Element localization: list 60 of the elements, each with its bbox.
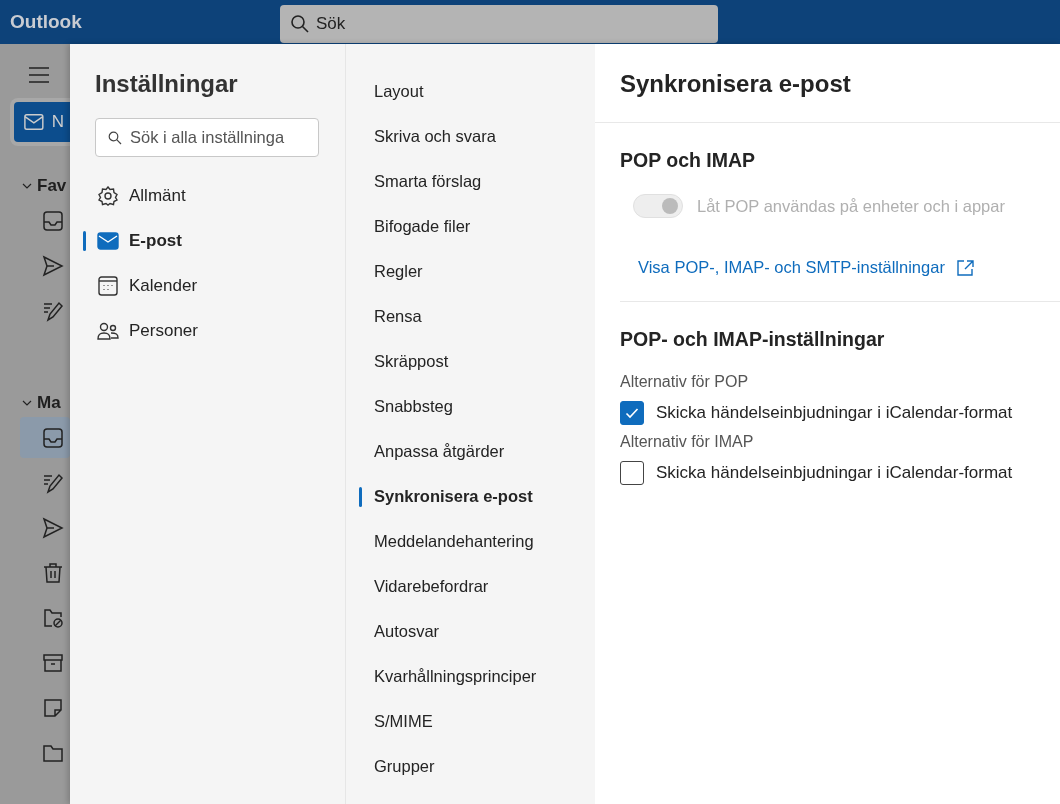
pencil-icon xyxy=(42,299,64,322)
folder-group-label[interactable]: Ma xyxy=(37,393,61,413)
app-title: Outlook xyxy=(10,11,83,33)
settings-category[interactable]: Kalender xyxy=(83,263,202,308)
inbox-icon xyxy=(42,209,64,232)
settings-subnav-item[interactable]: Grupper xyxy=(359,744,439,789)
option-group-label: Alternativ för IMAP xyxy=(620,433,755,451)
folder-item[interactable] xyxy=(20,417,70,458)
settings-link[interactable]: Visa POP-, IMAP- och SMTP-inställningar xyxy=(638,258,975,277)
archive-icon xyxy=(42,651,64,674)
settings-subnav-item[interactable]: Synkronisera e-post xyxy=(359,474,537,519)
settings-icon xyxy=(97,185,119,206)
trash-icon xyxy=(42,561,64,584)
settings-subnav-item[interactable]: Anpassa åtgärder xyxy=(359,429,509,474)
settings-subnav-item[interactable]: Smarta förslag xyxy=(359,159,486,204)
settings-title: Inställningar xyxy=(95,70,239,98)
settings-category[interactable]: Allmänt xyxy=(83,173,190,218)
checkmark-icon xyxy=(625,407,639,419)
external-link-icon xyxy=(954,258,975,277)
settings-subnav-item[interactable]: Autosvar xyxy=(359,609,444,654)
mail-icon xyxy=(24,113,44,131)
settings-subnav-item[interactable]: Snabbsteg xyxy=(359,384,457,429)
settings-subnav-item[interactable]: S/MIME xyxy=(359,699,437,744)
settings-subnav-item[interactable]: Regler xyxy=(359,249,427,294)
search-field[interactable]: Sök xyxy=(280,5,718,43)
checkbox-label: Skicka händelseinbjudningar i iCalendar-format xyxy=(656,403,1013,423)
checkbox[interactable] xyxy=(620,401,644,425)
section-title: POP och IMAP xyxy=(620,149,757,172)
folder-group-label[interactable]: Fav xyxy=(37,176,67,196)
section-title: POP- och IMAP-inställningar xyxy=(620,328,886,351)
page-title: Synkronisera e-post xyxy=(595,44,1060,123)
chevron-icon[interactable] xyxy=(22,182,32,190)
send-icon xyxy=(42,516,64,539)
send-icon xyxy=(42,254,64,277)
search-icon xyxy=(108,131,122,145)
checkbox[interactable] xyxy=(620,461,644,485)
settings-subnav-item[interactable]: Layout xyxy=(359,69,428,114)
inbox-icon xyxy=(42,426,64,449)
settings-search-field[interactable]: Sök i alla inställninga xyxy=(95,118,319,157)
people-icon xyxy=(97,320,119,341)
settings-subnav-item[interactable]: Skriva och svara xyxy=(359,114,500,159)
chevron-icon[interactable] xyxy=(22,399,32,407)
settings-subnav-item[interactable]: Kvarhållningsprinciper xyxy=(359,654,541,699)
settings-category[interactable]: Personer xyxy=(83,308,202,353)
blocked-folder-icon xyxy=(42,606,64,629)
settings-subnav-item[interactable]: Rensa xyxy=(359,294,426,339)
settings-subnav-item[interactable]: Bifogade filer xyxy=(359,204,475,249)
settings-subnav-item[interactable]: Meddelandehantering xyxy=(359,519,538,564)
settings-category[interactable]: E-post xyxy=(83,218,186,263)
note-icon xyxy=(42,696,64,719)
toggle-label: Låt POP användas på enheter och i appar xyxy=(697,196,1005,216)
search-icon xyxy=(290,14,310,34)
settings-subnav-item[interactable]: Skräppost xyxy=(359,339,453,384)
checkbox-label: Skicka händelseinbjudningar i iCalendar-format xyxy=(656,463,1013,483)
pencil-icon xyxy=(42,471,64,494)
menu-icon[interactable] xyxy=(28,66,50,84)
settings-subnav-item[interactable]: Vidarebefordrar xyxy=(359,564,493,609)
calendar-icon xyxy=(97,275,119,296)
option-group-label: Alternativ för POP xyxy=(620,373,750,391)
mail-icon xyxy=(97,230,119,251)
